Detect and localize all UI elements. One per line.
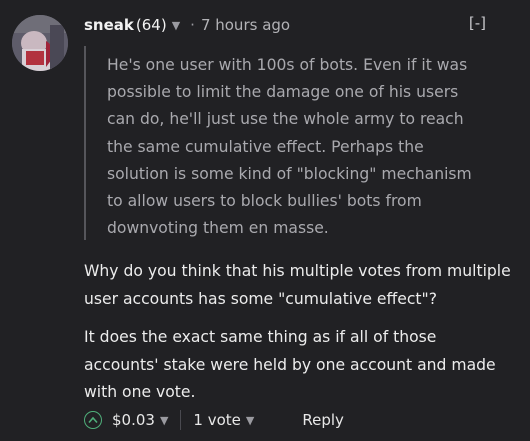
votes-count[interactable]: 1 vote bbox=[193, 411, 240, 429]
author-link[interactable]: sneak bbox=[84, 16, 134, 34]
divider bbox=[180, 410, 182, 430]
payout-value[interactable]: $0.03 bbox=[112, 411, 155, 429]
comment-paragraph: Why do you think that his multiple votes… bbox=[84, 262, 511, 308]
timestamp-link[interactable]: 7 hours ago bbox=[201, 16, 290, 34]
comment-header: sneak (64) ▼ · 7 hours ago bbox=[84, 14, 290, 36]
caret-down-icon[interactable]: ▼ bbox=[172, 19, 180, 32]
comment-footer: $0.03 ▼ 1 vote ▼ Reply bbox=[84, 407, 344, 433]
collapse-button[interactable]: [-] bbox=[469, 14, 486, 32]
comment-paragraph: It does the exact same thing as if all o… bbox=[84, 328, 496, 402]
avatar[interactable] bbox=[12, 15, 68, 71]
caret-down-icon[interactable]: ▼ bbox=[160, 414, 168, 427]
quote-text: He's one user with 100s of bots. Even if… bbox=[107, 56, 472, 238]
quoted-text: He's one user with 100s of bots. Even if… bbox=[84, 46, 474, 240]
separator-dot: · bbox=[190, 16, 195, 34]
reply-button[interactable]: Reply bbox=[302, 411, 344, 429]
upvote-icon[interactable] bbox=[84, 411, 102, 429]
reputation-score: (64) bbox=[135, 16, 167, 34]
caret-down-icon[interactable]: ▼ bbox=[246, 414, 254, 427]
